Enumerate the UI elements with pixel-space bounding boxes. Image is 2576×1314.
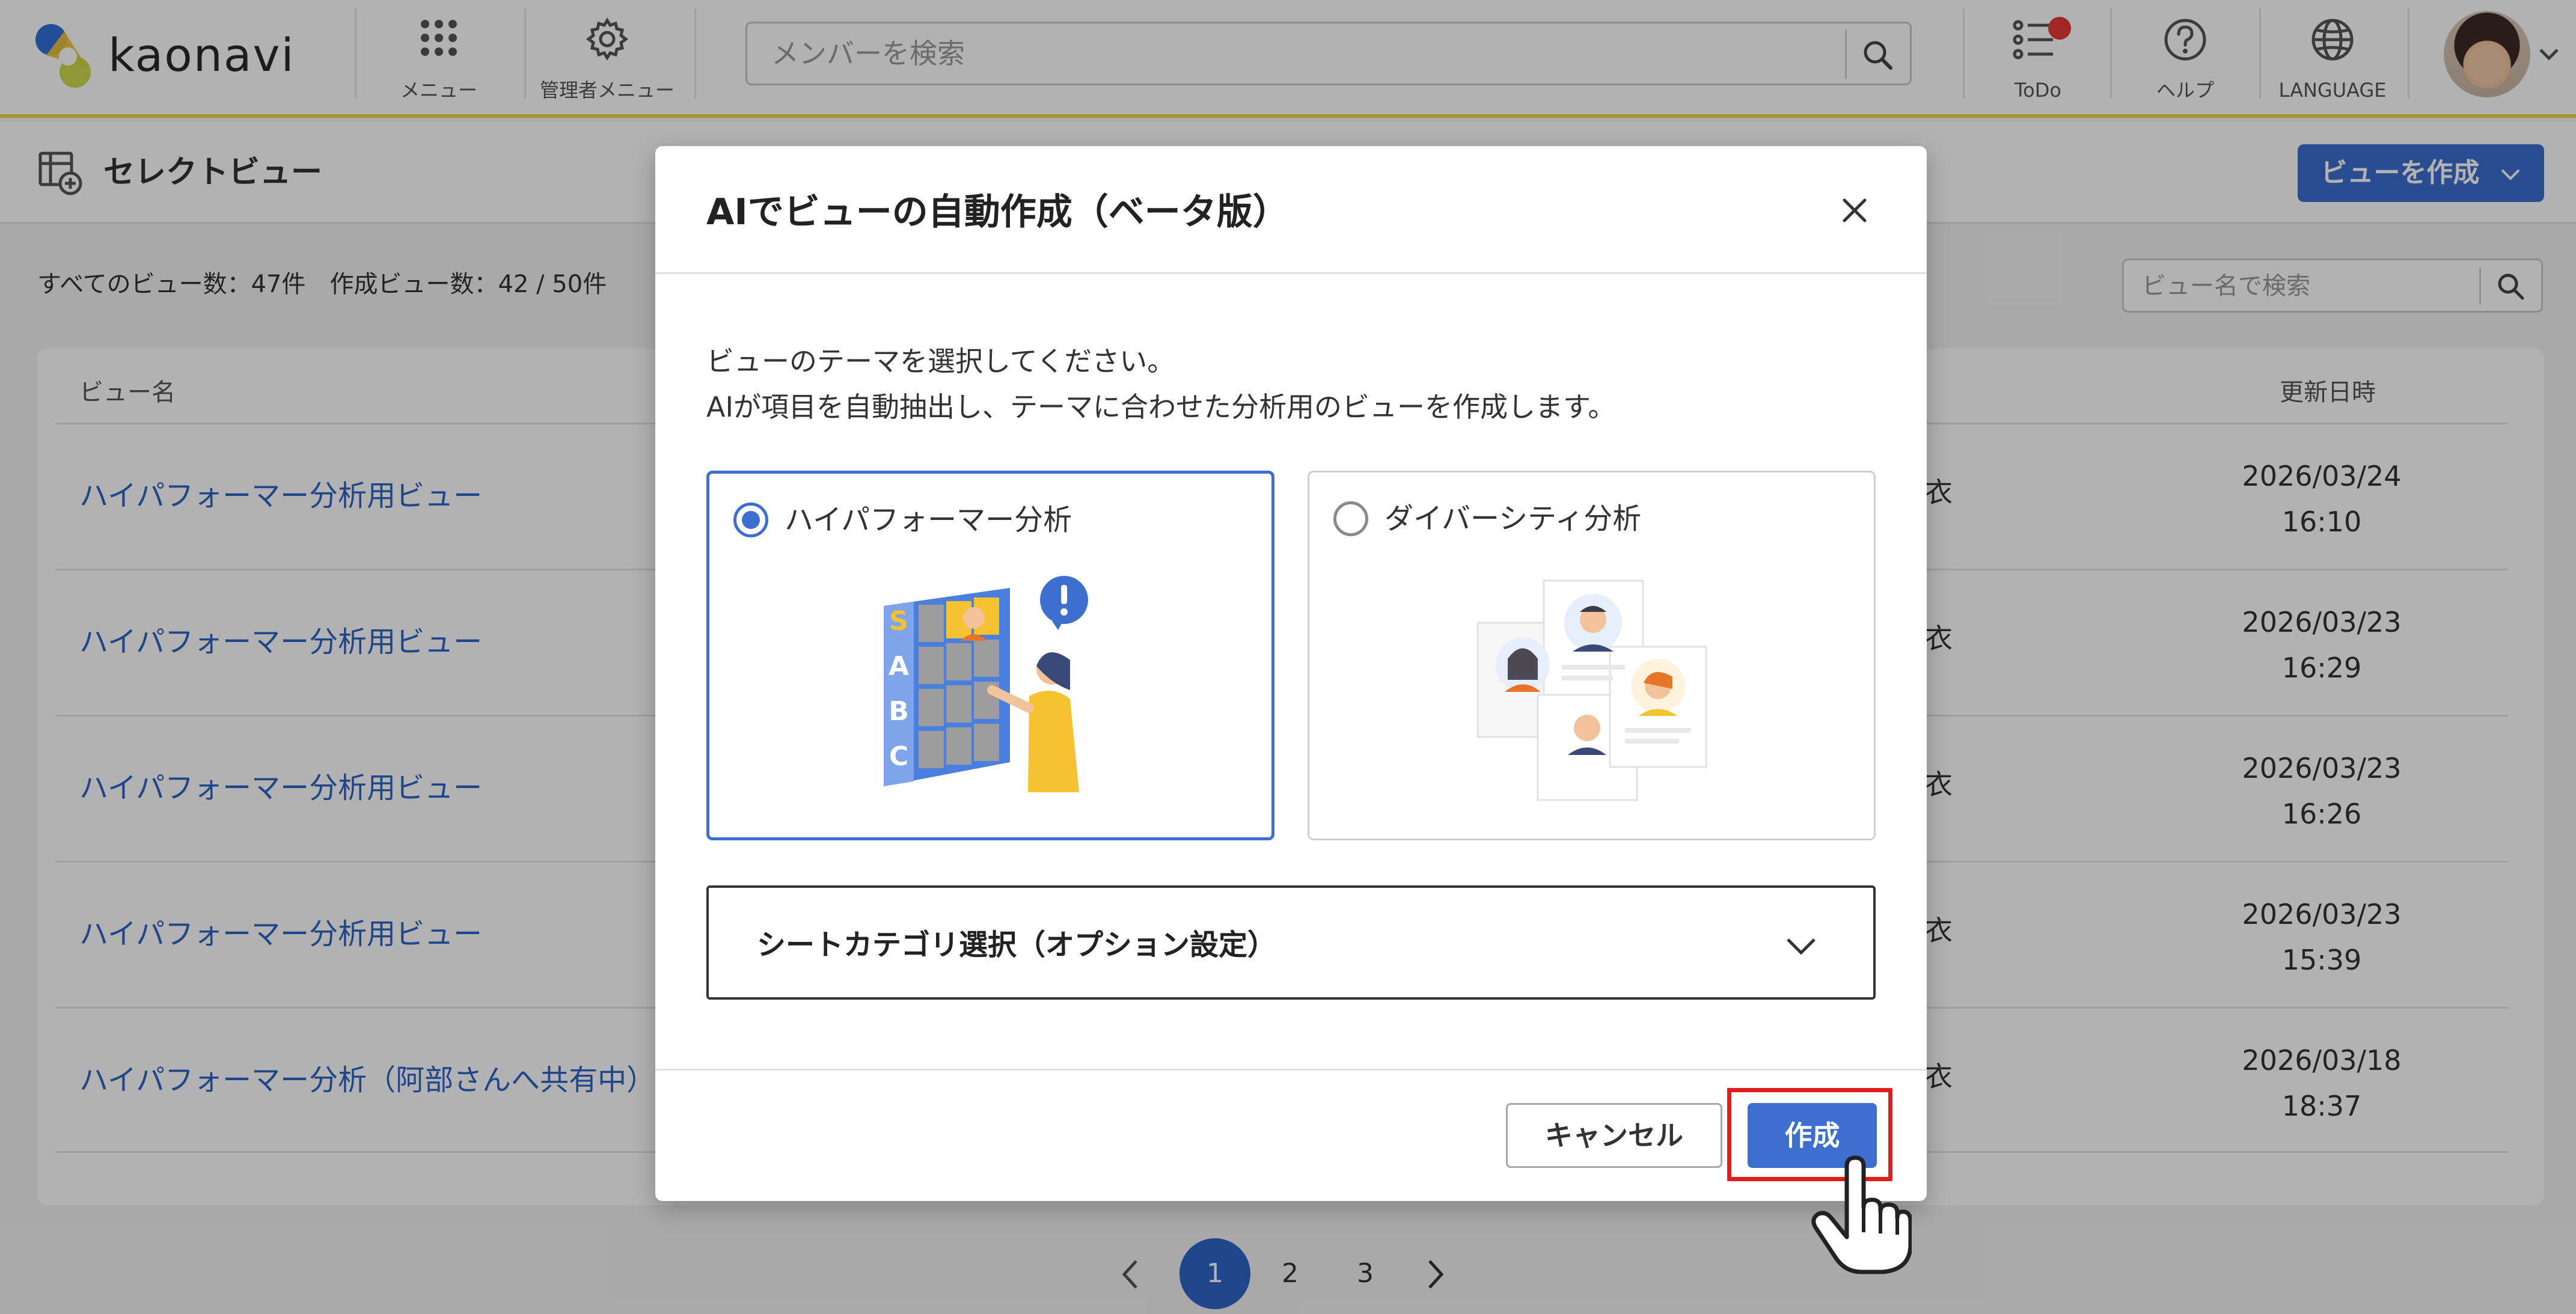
diversity-illustration: [1476, 579, 1707, 801]
chevron-down-icon: [1787, 938, 1816, 955]
option-diversity[interactable]: ダイバーシティ分析: [1308, 471, 1876, 840]
option-label: ハイパフォーマー分析: [785, 503, 1072, 537]
option-label: ダイバーシティ分析: [1384, 502, 1642, 536]
sheet-category-accordion[interactable]: シートカテゴリ選択（オプション設定）: [706, 885, 1876, 1000]
accordion-label: シートカテゴリ選択（オプション設定）: [757, 928, 1277, 962]
dialog-description: ビューのテーマを選択してください。 AIが項目を自動抽出し、テーマに合わせた分析…: [706, 338, 1615, 430]
cancel-button[interactable]: キャンセル: [1506, 1103, 1722, 1168]
description-line-1: ビューのテーマを選択してください。: [706, 345, 1175, 377]
rank-c-label: C: [889, 741, 908, 772]
dialog-footer-divider: [655, 1069, 1927, 1071]
dialog-title: AIでビューの自動作成（ベータ版）: [706, 191, 1289, 233]
hand-pointer-icon: [1811, 1155, 1912, 1274]
description-line-2: AIが項目を自動抽出し、テーマに合わせた分析用のビューを作成します。: [706, 391, 1616, 423]
radio-high-performer[interactable]: [733, 503, 768, 537]
rank-s-label: S: [889, 606, 908, 637]
dialog-divider: [655, 272, 1927, 274]
option-high-performer[interactable]: ハイパフォーマー分析 S A B C: [706, 471, 1274, 840]
high-performer-illustration: S A B C: [884, 576, 1088, 792]
ai-view-create-dialog: AIでビューの自動作成（ベータ版） ビューのテーマを選択してください。 AIが項…: [655, 146, 1927, 1201]
rank-a-label: A: [889, 651, 909, 682]
rank-b-label: B: [889, 696, 909, 727]
close-icon[interactable]: [1834, 189, 1876, 231]
app-root: kaonavi メニュー 管理者メニュー メンバーを検索 ToDo ヘルプ LA…: [0, 0, 2576, 1314]
radio-diversity[interactable]: [1333, 501, 1368, 536]
